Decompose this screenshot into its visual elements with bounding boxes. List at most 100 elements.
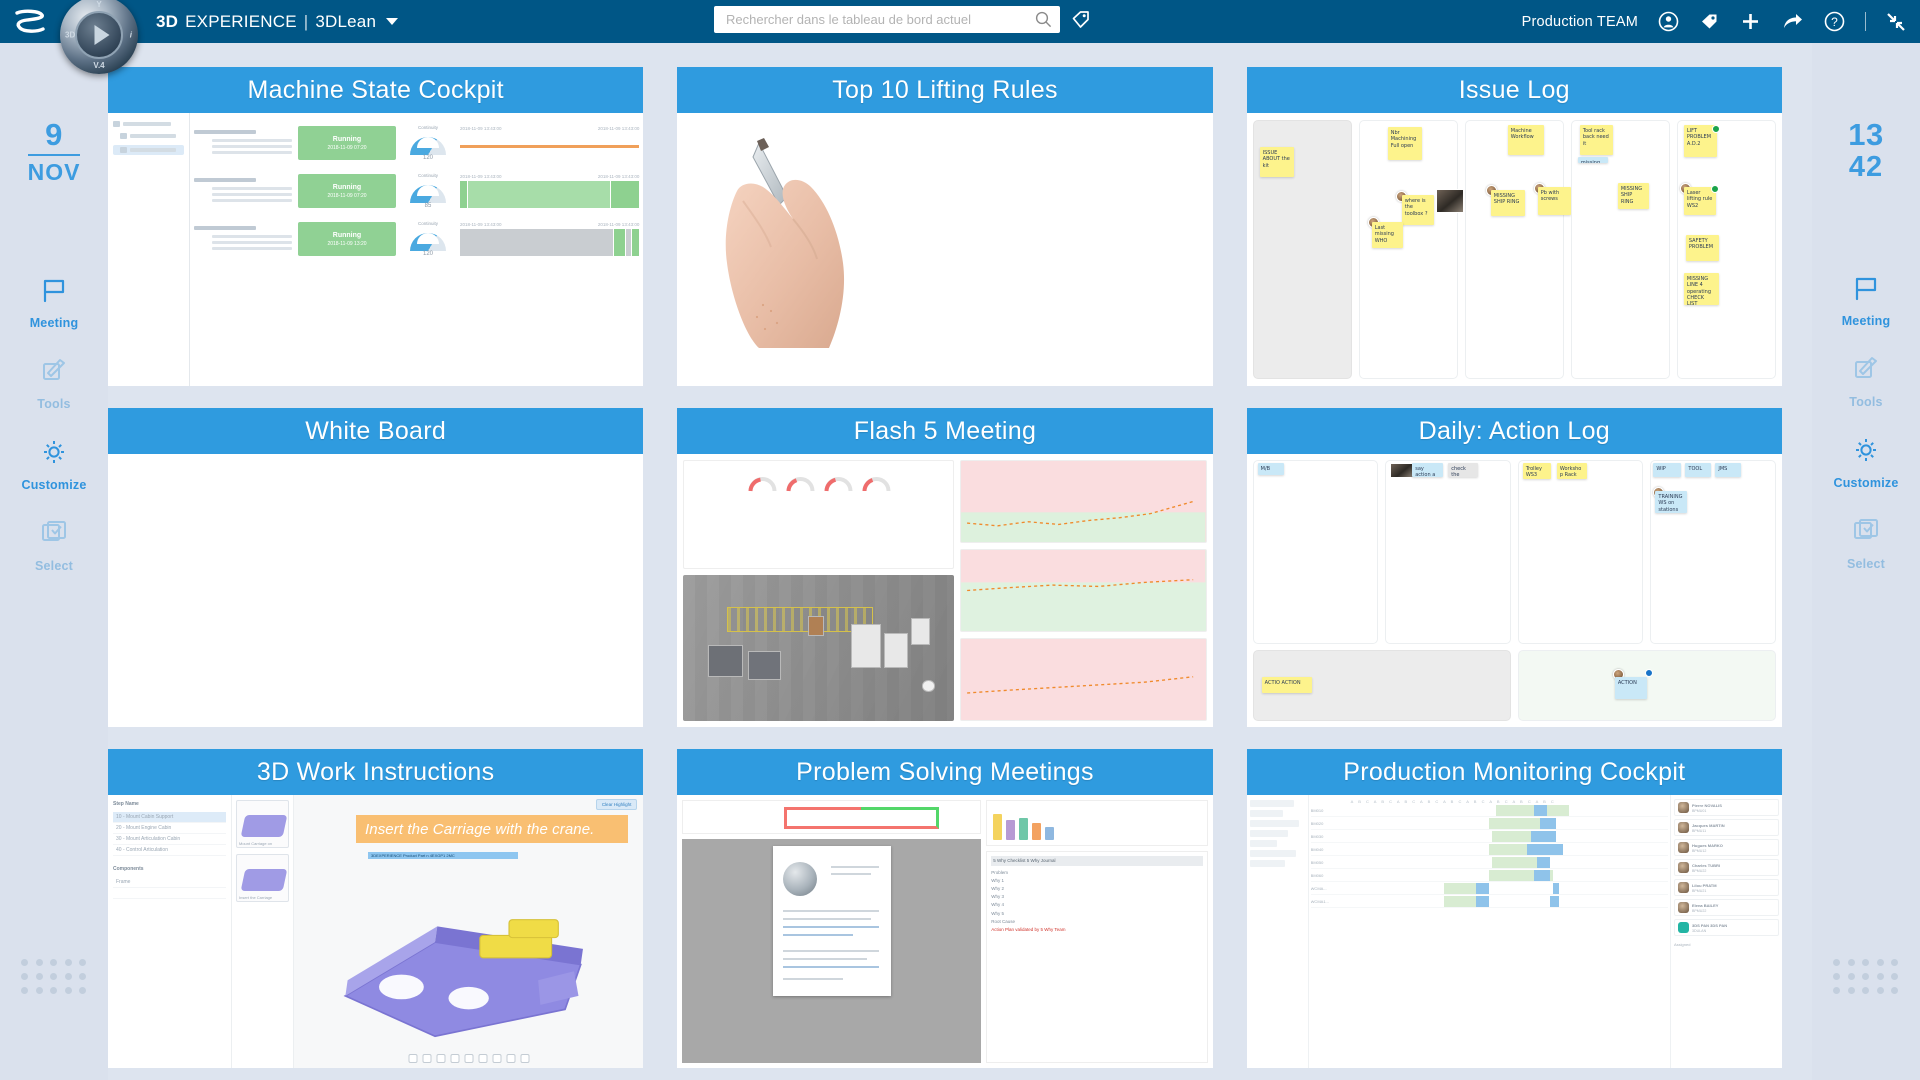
filter-panel[interactable] <box>1247 795 1309 1068</box>
planning-row[interactable]: BM030 <box>1310 830 1668 843</box>
thumbnail-list[interactable]: Mount Carriage on Insert the Carriage <box>232 795 294 1068</box>
sticky-note[interactable]: MISSING SHIP RING <box>1617 183 1649 209</box>
sticky-note[interactable]: ACTION <box>1614 677 1647 700</box>
components-item[interactable] <box>113 888 226 899</box>
sticky-note[interactable]: MISSING SHIP RING <box>1490 190 1525 216</box>
employee-row[interactable]: Lilou PRATM BPMU21 <box>1673 879 1779 896</box>
tree-node[interactable] <box>113 121 184 127</box>
action-lane[interactable]: Trolley WS3 Workshop Rack <box>1517 460 1644 645</box>
planning-row[interactable]: BM020 <box>1310 817 1668 830</box>
thumbnail[interactable]: Mount Carriage on <box>236 800 289 848</box>
sticky-note[interactable]: JMS <box>1715 463 1742 477</box>
card-body-production-monitoring-cockpit[interactable]: A B C A B C A B C A B C A B C A B C A B … <box>1246 795 1782 1068</box>
card-daily-action-log[interactable]: Daily: Action Log M/B say action a house… <box>1246 408 1782 727</box>
card-body-white-board[interactable] <box>108 454 644 727</box>
card-white-board[interactable]: White Board <box>108 408 644 727</box>
card-body-issue-log[interactable]: ISSUE ABOUT the kit Nbr Machining Full o… <box>1246 113 1782 386</box>
sticky-note[interactable]: ISSUE ABOUT the kit <box>1259 147 1294 177</box>
sticky-note[interactable]: where is the toolbox ? <box>1401 195 1434 225</box>
planning-row[interactable]: BM060 <box>1310 869 1668 882</box>
planning-row[interactable]: BM050 <box>1310 856 1668 869</box>
components-subheader[interactable]: Frame <box>113 877 226 888</box>
step-item[interactable]: 30 - Mount Articulation Cabin <box>113 834 226 845</box>
step-list[interactable]: Step Name 10 - Mount Cabin Support 20 - … <box>108 795 232 1068</box>
document-preview[interactable] <box>682 839 982 1063</box>
action-bottom-lane[interactable]: ACTIO ACTION <box>1252 650 1511 721</box>
card-flash-5-meeting[interactable]: Flash 5 Meeting <box>677 408 1213 727</box>
sticky-note[interactable]: WIP <box>1653 463 1682 477</box>
collapse-icon[interactable] <box>1886 12 1906 32</box>
share-icon[interactable] <box>1781 11 1804 32</box>
machine-row[interactable]: Running 2018-11-09 07:20 Continuity 120 20… <box>194 119 640 167</box>
five-why-report[interactable]: 5 Why Checklist 5 Why Journal Problem Wh… <box>986 851 1208 1063</box>
sticky-note[interactable]: Last missing WHO <box>1371 222 1403 248</box>
card-problem-solving-meetings[interactable]: Problem Solving Meetings 5 Why Checklist… <box>677 749 1213 1068</box>
sticky-note[interactable]: ACTIO ACTION <box>1261 677 1312 694</box>
issue-lane[interactable]: Machine Workflow MISSING SHIP RING Pb wi… <box>1464 120 1571 379</box>
sticky-note[interactable]: Pb with screws <box>1537 187 1571 215</box>
employee-panel[interactable]: Pierre NOVALIS BPMU01 Jacques MARTIN BPMU1… <box>1669 795 1782 1068</box>
factory-floor-photo[interactable] <box>683 574 955 721</box>
card-body-3d-work-instructions[interactable]: Step Name 10 - Mount Cabin Support 20 - … <box>108 795 644 1068</box>
employee-row[interactable]: Charles TUBRI BPMU22 <box>1673 859 1779 876</box>
clear-highlight-button[interactable]: Clear Highlight <box>595 799 638 810</box>
card-body-machine-state-cockpit[interactable]: Running 2018-11-09 07:20 Continuity 120 20… <box>108 113 644 386</box>
step-item[interactable]: 10 - Mount Cabin Support <box>113 812 226 823</box>
tag-icon[interactable] <box>1699 11 1720 32</box>
help-icon[interactable]: ? <box>1824 11 1845 32</box>
viewer-toolbar[interactable] <box>408 1054 530 1063</box>
planning-row[interactable]: WCMA1... <box>1310 895 1668 908</box>
sidebar-item-tools[interactable]: Tools <box>0 357 108 411</box>
sticky-note[interactable]: Workshop Rack <box>1556 463 1587 479</box>
machine-row[interactable]: Running 2018-11-09 13:20 Continuity 120 20… <box>194 215 640 263</box>
sidebar-item-select[interactable]: Select <box>0 519 108 573</box>
sticky-note[interactable]: Tool rack back need it <box>1579 125 1613 155</box>
sticky-note[interactable]: MISSING LINE 4 operating CHECK LIST <box>1683 273 1719 305</box>
user-icon[interactable] <box>1658 11 1679 32</box>
attached-photo[interactable] <box>1390 463 1415 478</box>
card-body-problem-solving-meetings[interactable]: 5 Why Checklist 5 Why Journal Problem Wh… <box>677 795 1213 1068</box>
planning-row[interactable]: BM010 <box>1310 804 1668 817</box>
action-lane[interactable]: say action a house check the techniques <box>1385 460 1511 645</box>
kpi-gauges-panel[interactable] <box>683 460 955 569</box>
issue-lane[interactable]: ISSUE ABOUT the kit <box>1252 120 1352 379</box>
machine-row[interactable]: Running 2018-11-09 07:20 Continuity 85 201… <box>194 167 640 215</box>
planning-grid[interactable]: A B C A B C A B C A B C A B C A B C A B … <box>1309 795 1670 1068</box>
card-body-daily-action-log[interactable]: M/B say action a house check the techniq… <box>1246 454 1782 727</box>
sidebar-item-customize[interactable]: Customize <box>1812 436 1920 490</box>
white-board-canvas[interactable] <box>108 454 644 727</box>
tree-node[interactable] <box>113 133 184 139</box>
step-item[interactable]: 20 - Mount Engine Cabin <box>113 823 226 834</box>
tree-node[interactable] <box>113 145 184 155</box>
attached-photo[interactable] <box>1435 189 1464 213</box>
employee-row[interactable]: Hugues MARKO BPMU12 <box>1673 839 1779 856</box>
sticky-note[interactable]: TOOL <box>1685 463 1712 477</box>
trend-panel-pink-2[interactable] <box>960 638 1207 721</box>
dassault-systemes-logo[interactable] <box>6 0 54 43</box>
card-machine-state-cockpit[interactable]: Machine State Cockpit Running 2018-11-09 … <box>108 67 644 386</box>
employee-row[interactable]: Jacques MARTIN BPMU11 <box>1673 819 1779 836</box>
employee-row[interactable]: 3DS PAN 3DS PAN 3DULAN <box>1673 919 1779 936</box>
sidebar-item-tools[interactable]: Tools <box>1812 355 1920 409</box>
sticky-note[interactable]: Machine Workflow <box>1507 125 1544 155</box>
employee-row[interactable]: Pierre NOVALIS BPMU01 <box>1673 799 1779 816</box>
tag-icon[interactable] <box>1070 9 1091 30</box>
sidebar-item-meeting[interactable]: Meeting <box>0 276 108 330</box>
issue-lane[interactable]: LIFT PROBLEM A.D.2 Laser lifting rule WS… <box>1676 120 1776 379</box>
viewer-stage[interactable]: Clear Highlight Insert the Carriage with… <box>294 795 644 1068</box>
sticky-note[interactable]: say action a house <box>1412 463 1444 477</box>
sidebar-item-customize[interactable]: Customize <box>0 438 108 492</box>
thumbnail[interactable]: Insert the Carriage <box>236 854 289 902</box>
trend-panel-green[interactable] <box>960 549 1207 632</box>
sidebar-item-select[interactable]: Select <box>1812 517 1920 571</box>
card-production-monitoring-cockpit[interactable]: Production Monitoring Cockpit A B C A B … <box>1246 749 1782 1068</box>
search-icon[interactable] <box>1035 11 1052 28</box>
card-3d-work-instructions[interactable]: 3D Work Instructions Step Name 10 - Moun… <box>108 749 644 1068</box>
issue-lane[interactable]: Nbr Machining Full open where is the too… <box>1358 120 1464 379</box>
sidebar-item-meeting[interactable]: Meeting <box>1812 274 1920 328</box>
compass-widget[interactable]: Y V.4 3D i <box>54 0 146 74</box>
step-item[interactable]: 40 - Control Articulation <box>113 845 226 856</box>
card-top-10-lifting-rules[interactable]: Top 10 Lifting Rules <box>677 67 1213 386</box>
action-lane[interactable]: WIP TOOL JMS TRAINING WS on stations to … <box>1650 460 1776 645</box>
status-progress-bar[interactable] <box>682 800 982 834</box>
